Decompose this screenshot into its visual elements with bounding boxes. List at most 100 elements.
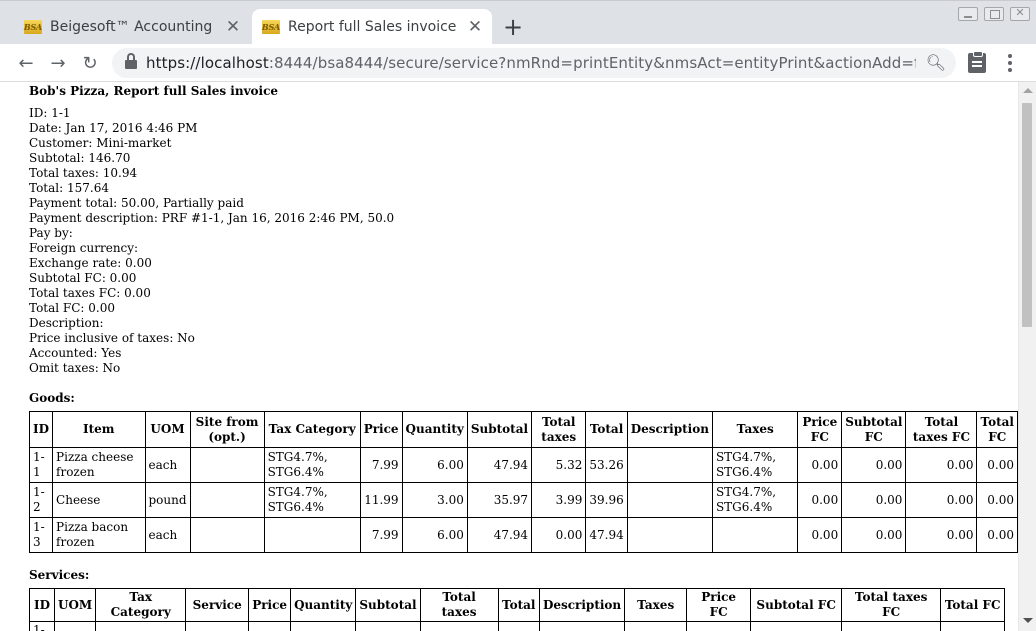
report-field: Date: Jan 17, 2016 4:46 PM <box>29 121 198 135</box>
table-cell: 7.99 <box>359 517 403 553</box>
table-cell: 0.00 <box>841 621 942 631</box>
scroll-up-arrow-icon[interactable] <box>1023 88 1033 93</box>
table-cell: 0.00 <box>976 447 1018 483</box>
table-cell: STG4.7%, STG6.4% <box>263 447 361 483</box>
back-button[interactable]: ← <box>14 51 38 75</box>
column-header: Total FC <box>976 411 1018 448</box>
table-cell <box>189 517 265 553</box>
table-cell: 0.00 <box>905 482 978 518</box>
column-header: Description <box>626 411 713 448</box>
column-header: Total taxes FC <box>841 588 942 622</box>
url-host: https://localhost <box>146 54 269 72</box>
services-table: ID UOM Tax Category Service Price Quantity Sub… <box>29 588 1006 631</box>
table-cell: 0.00 <box>797 482 843 518</box>
report-field: Pay by: <box>29 226 73 240</box>
goods-header-row: ID Item UOM Site from (opt.) Tax Category Pri… <box>28 411 1018 448</box>
report-content: Bob's Pizza, Report full Sales invoice I… <box>28 84 1018 631</box>
report-field: Payment total: 50.00, Partially paid <box>29 196 244 210</box>
report-field: Total taxes FC: 0.00 <box>29 286 151 300</box>
table-cell: 3.99 <box>531 482 587 518</box>
search-zoom-icon[interactable]: 🔍︎ <box>926 53 946 72</box>
column-header: Subtotal FC <box>841 411 907 448</box>
column-header: Taxes <box>624 588 688 622</box>
goods-table: ID Item UOM Site from (opt.) Tax Category Pri… <box>28 411 1018 553</box>
table-cell: 1-2 <box>28 482 54 518</box>
scroll-down-arrow-icon[interactable] <box>1023 618 1033 623</box>
scrollbar-thumb[interactable] <box>1022 103 1032 327</box>
minimize-window-button[interactable] <box>958 7 978 21</box>
new-tab-button[interactable]: + <box>500 13 526 41</box>
column-header: Subtotal <box>466 411 533 448</box>
kebab-menu-icon[interactable] <box>1002 52 1018 74</box>
tab-strip: BSA Beigesoft™ Accounting ✕ BSA Report f… <box>0 0 1036 45</box>
table-cell: 0.00 <box>976 517 1018 553</box>
table-cell <box>263 517 361 553</box>
forward-button[interactable]: → <box>46 51 70 75</box>
tab-beigesoft-accounting[interactable]: BSA Beigesoft™ Accounting ✕ <box>14 9 250 45</box>
table-cell <box>189 447 265 483</box>
table-cell: 7.99 <box>359 447 403 483</box>
table-cell: 0.00 <box>905 447 978 483</box>
table-cell: 53.26 <box>585 447 628 483</box>
report-field: Subtotal FC: 0.00 <box>29 271 137 285</box>
table-cell: 1-3 <box>28 517 54 553</box>
table-cell: 16.48 <box>497 621 540 631</box>
table-cell: STS11% <box>624 621 688 631</box>
table-cell: 5.32 <box>531 447 587 483</box>
url-rest: :8444/bsa8444/secure/service?nmRnd=print… <box>268 54 916 72</box>
report-field: Customer: Mini-market <box>29 136 172 150</box>
table-cell: pound <box>144 482 191 518</box>
report-field: Total taxes: 10.94 <box>29 166 138 180</box>
table-cell: hour <box>53 621 97 631</box>
column-header: Price FC <box>797 411 843 448</box>
close-icon[interactable]: ✕ <box>222 16 244 38</box>
column-header: Tax Category <box>95 588 187 622</box>
clipboard-extension-icon[interactable] <box>968 51 986 73</box>
bsa-favicon-icon: BSA <box>23 20 43 34</box>
bsa-favicon-icon: BSA <box>261 20 281 34</box>
close-icon: ✕ <box>1015 6 1025 19</box>
report-field: Foreign currency: <box>29 241 139 255</box>
table-cell <box>711 517 799 553</box>
column-header: Site from (opt.) <box>189 411 265 448</box>
services-heading: Services: <box>29 568 90 582</box>
table-cell: 1-1 <box>28 447 54 483</box>
column-header: ID <box>29 588 55 622</box>
column-header: UOM <box>53 588 97 622</box>
vertical-scrollbar[interactable] <box>1018 82 1036 631</box>
table-row: 1-3 Pizza bacon frozen each 7.99 6.00 47.94 0.… <box>28 517 1018 553</box>
table-cell: 47.94 <box>466 517 533 553</box>
tab-report-full-sales-invoice[interactable]: BSA Report full Sales invoice ✕ <box>252 9 492 45</box>
report-field: Accounted: Yes <box>29 346 122 360</box>
reload-icon: ↻ <box>82 52 98 74</box>
report-field: Price inclusive of taxes: No <box>29 331 195 345</box>
table-cell: 0.00 <box>976 482 1018 518</box>
column-header: Subtotal FC <box>750 588 843 622</box>
table-cell: 11.99 <box>359 482 403 518</box>
column-header: Price <box>359 411 403 448</box>
url-text[interactable]: https://localhost:8444/bsa8444/secure/se… <box>146 54 916 72</box>
column-header: UOM <box>144 411 191 448</box>
column-header: Quantity <box>401 411 468 448</box>
column-header: Total <box>497 588 540 622</box>
maximize-window-button[interactable] <box>984 7 1004 21</box>
report-title: Bob's Pizza, Report full Sales invoice <box>29 84 279 98</box>
close-window-button[interactable]: ✕ <box>1010 6 1030 21</box>
table-cell: STG4.7%, STG6.4% <box>711 482 799 518</box>
report-field: Exchange rate: 0.00 <box>29 256 152 270</box>
table-cell: 0.00 <box>841 447 907 483</box>
column-header: Total taxes <box>531 411 587 448</box>
table-cell: 1-1 <box>29 621 55 631</box>
address-bar[interactable]: https://localhost:8444/bsa8444/secure/se… <box>112 48 956 78</box>
table-cell: Cleaning <box>185 621 250 631</box>
column-header: Item <box>52 411 146 448</box>
column-header: Price <box>248 588 292 622</box>
table-cell: Cheese <box>52 482 146 518</box>
table-cell: 0.00 <box>841 482 907 518</box>
table-cell: 14.85 <box>355 621 421 631</box>
close-icon[interactable]: ✕ <box>464 16 486 38</box>
services-body: 1-1hourSTS11%Cleaning9.901.5014.851.6316… <box>29 621 1006 631</box>
table-cell: Pizza bacon frozen <box>52 517 146 553</box>
reload-button[interactable]: ↻ <box>78 51 102 75</box>
table-cell: 9.90 <box>248 621 292 631</box>
